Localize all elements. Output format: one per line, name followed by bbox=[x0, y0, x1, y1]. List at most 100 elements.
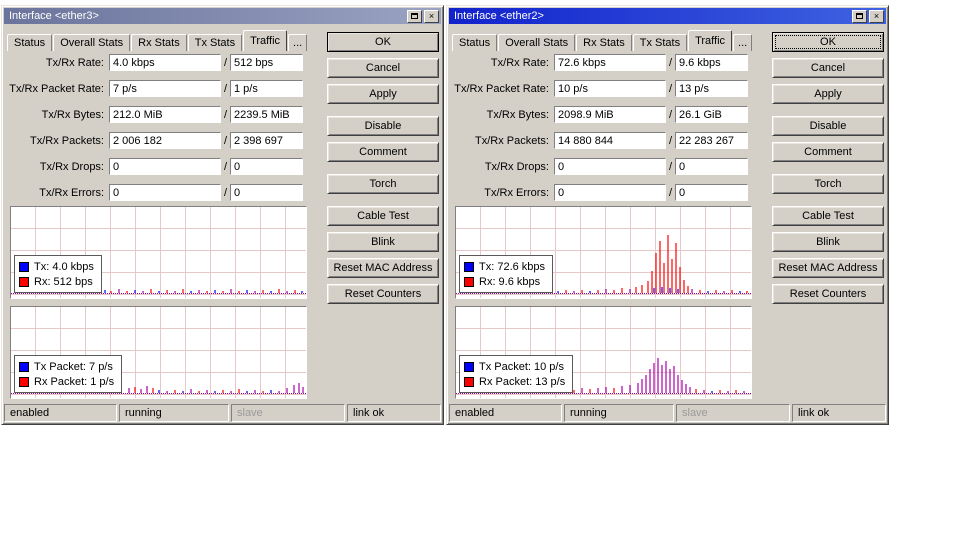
torch-button[interactable]: Torch bbox=[327, 174, 439, 194]
status-link-ok: link ok bbox=[792, 404, 886, 422]
titlebar[interactable]: Interface <ether3> × bbox=[4, 8, 441, 24]
field-row: Tx/Rx Packet Rate: / bbox=[451, 80, 748, 97]
field-row: Tx/Rx Packet Rate: / bbox=[6, 80, 303, 97]
cable-test-button[interactable]: Cable Test bbox=[772, 206, 884, 226]
rx-packet-rate-input[interactable] bbox=[230, 80, 303, 97]
tab-status[interactable]: Status bbox=[7, 34, 53, 51]
tab-traffic[interactable]: Traffic bbox=[243, 30, 288, 51]
tab-more[interactable]: ... bbox=[288, 34, 308, 51]
tx-drops-input[interactable] bbox=[109, 158, 221, 175]
tx-bytes-input[interactable] bbox=[554, 106, 666, 123]
disable-button[interactable]: Disable bbox=[327, 116, 439, 136]
rx-bytes-input[interactable] bbox=[675, 106, 748, 123]
tab-tx-stats[interactable]: Tx Stats bbox=[632, 34, 688, 51]
cancel-button[interactable]: Cancel bbox=[772, 58, 884, 78]
blink-button[interactable]: Blink bbox=[772, 232, 884, 252]
field-label: Tx/Rx Bytes: bbox=[41, 108, 104, 121]
tab-rx-stats[interactable]: Rx Stats bbox=[131, 34, 187, 51]
tx-rate-input[interactable] bbox=[554, 54, 666, 71]
close-button[interactable]: × bbox=[869, 9, 884, 23]
tab-status[interactable]: Status bbox=[452, 34, 498, 51]
tx-legend-label: Tx: 72.6 kbps bbox=[479, 260, 546, 273]
apply-button[interactable]: Apply bbox=[327, 84, 439, 104]
reset-mac-address-button[interactable]: Reset MAC Address bbox=[772, 258, 884, 278]
rx-errors-input[interactable] bbox=[230, 184, 303, 201]
rx-drops-input[interactable] bbox=[230, 158, 303, 175]
window-title: Interface <ether2> bbox=[454, 10, 544, 22]
separator: / bbox=[223, 82, 228, 95]
tab-bar: Status Overall Stats Rx Stats Tx Stats T… bbox=[452, 30, 753, 51]
field-label: Tx/Rx Drops: bbox=[484, 160, 549, 173]
rx-rate-input[interactable] bbox=[230, 54, 303, 71]
tx-packets-input[interactable] bbox=[109, 132, 221, 149]
tx-rate-input[interactable] bbox=[109, 54, 221, 71]
tx-errors-input[interactable] bbox=[109, 184, 221, 201]
status-slave: slave bbox=[676, 404, 790, 422]
traffic-form: Tx/Rx Rate: / Tx/Rx Packet Rate: / Tx/Rx… bbox=[451, 54, 748, 210]
disable-button[interactable]: Disable bbox=[772, 116, 884, 136]
rx-packets-input[interactable] bbox=[230, 132, 303, 149]
reset-mac-address-button[interactable]: Reset MAC Address bbox=[327, 258, 439, 278]
field-row: Tx/Rx Bytes: / bbox=[451, 106, 748, 123]
rate-legend: Tx: 4.0 kbps Rx: 512 bps bbox=[14, 255, 102, 293]
rx-packet-rate-input[interactable] bbox=[675, 80, 748, 97]
rx-color-swatch bbox=[464, 376, 474, 387]
tx-packets-input[interactable] bbox=[554, 132, 666, 149]
separator: / bbox=[668, 134, 673, 147]
tx-errors-input[interactable] bbox=[554, 184, 666, 201]
tab-tx-stats[interactable]: Tx Stats bbox=[187, 34, 243, 51]
separator: / bbox=[223, 134, 228, 147]
desktop: Interface <ether3> × Status Overall Stat… bbox=[0, 0, 960, 540]
tab-overall-stats[interactable]: Overall Stats bbox=[53, 34, 131, 51]
rx-bytes-input[interactable] bbox=[230, 106, 303, 123]
tab-bar: Status Overall Stats Rx Stats Tx Stats T… bbox=[7, 30, 308, 51]
apply-button[interactable]: Apply bbox=[772, 84, 884, 104]
comment-button[interactable]: Comment bbox=[327, 142, 439, 162]
field-label: Tx/Rx Bytes: bbox=[486, 108, 549, 121]
tab-overall-stats[interactable]: Overall Stats bbox=[498, 34, 576, 51]
close-icon: × bbox=[428, 10, 435, 21]
maximize-button[interactable] bbox=[407, 9, 422, 23]
rx-drops-input[interactable] bbox=[675, 158, 748, 175]
maximize-button[interactable] bbox=[852, 9, 867, 23]
interface-window-ether2: Interface <ether2> × Status Overall Stat… bbox=[446, 5, 889, 425]
field-label: Tx/Rx Packets: bbox=[30, 134, 104, 147]
graph-baseline bbox=[456, 393, 751, 394]
titlebar[interactable]: Interface <ether2> × bbox=[449, 8, 886, 24]
tx-packet-rate-input[interactable] bbox=[554, 80, 666, 97]
torch-button[interactable]: Torch bbox=[772, 174, 884, 194]
tx-drops-input[interactable] bbox=[554, 158, 666, 175]
packet-legend: Tx Packet: 10 p/s Rx Packet: 13 p/s bbox=[459, 355, 574, 393]
close-button[interactable]: × bbox=[424, 9, 439, 23]
blink-button[interactable]: Blink bbox=[327, 232, 439, 252]
rx-errors-input[interactable] bbox=[675, 184, 748, 201]
ok-button[interactable]: OK bbox=[327, 32, 439, 52]
packet-rate-graph: Tx Packet: 7 p/s Rx Packet: 1 p/s bbox=[10, 306, 307, 399]
tab-traffic[interactable]: Traffic bbox=[688, 30, 733, 51]
maximize-icon bbox=[856, 13, 863, 19]
field-row: Tx/Rx Errors: / bbox=[451, 184, 748, 201]
reset-counters-button[interactable]: Reset Counters bbox=[772, 284, 884, 304]
field-row: Tx/Rx Errors: / bbox=[6, 184, 303, 201]
tab-rx-stats[interactable]: Rx Stats bbox=[576, 34, 632, 51]
maximize-icon bbox=[411, 13, 418, 19]
ok-button[interactable]: OK bbox=[772, 32, 884, 52]
button-column: OK Cancel Apply Disable Comment Torch Ca… bbox=[327, 32, 439, 310]
tab-more[interactable]: ... bbox=[733, 34, 753, 51]
status-enabled: enabled bbox=[449, 404, 562, 422]
rx-packet-legend-label: Rx Packet: 13 p/s bbox=[479, 375, 566, 388]
cancel-button[interactable]: Cancel bbox=[327, 58, 439, 78]
tx-color-swatch bbox=[464, 261, 474, 272]
field-label: Tx/Rx Packet Rate: bbox=[454, 82, 549, 95]
cable-test-button[interactable]: Cable Test bbox=[327, 206, 439, 226]
comment-button[interactable]: Comment bbox=[772, 142, 884, 162]
rx-packet-legend-label: Rx Packet: 1 p/s bbox=[34, 375, 115, 388]
rx-packets-input[interactable] bbox=[675, 132, 748, 149]
rx-rate-input[interactable] bbox=[675, 54, 748, 71]
tx-bytes-input[interactable] bbox=[109, 106, 221, 123]
separator: / bbox=[668, 186, 673, 199]
tx-color-swatch bbox=[19, 361, 29, 372]
reset-counters-button[interactable]: Reset Counters bbox=[327, 284, 439, 304]
tx-packet-rate-input[interactable] bbox=[109, 80, 221, 97]
rx-color-swatch bbox=[19, 276, 29, 287]
